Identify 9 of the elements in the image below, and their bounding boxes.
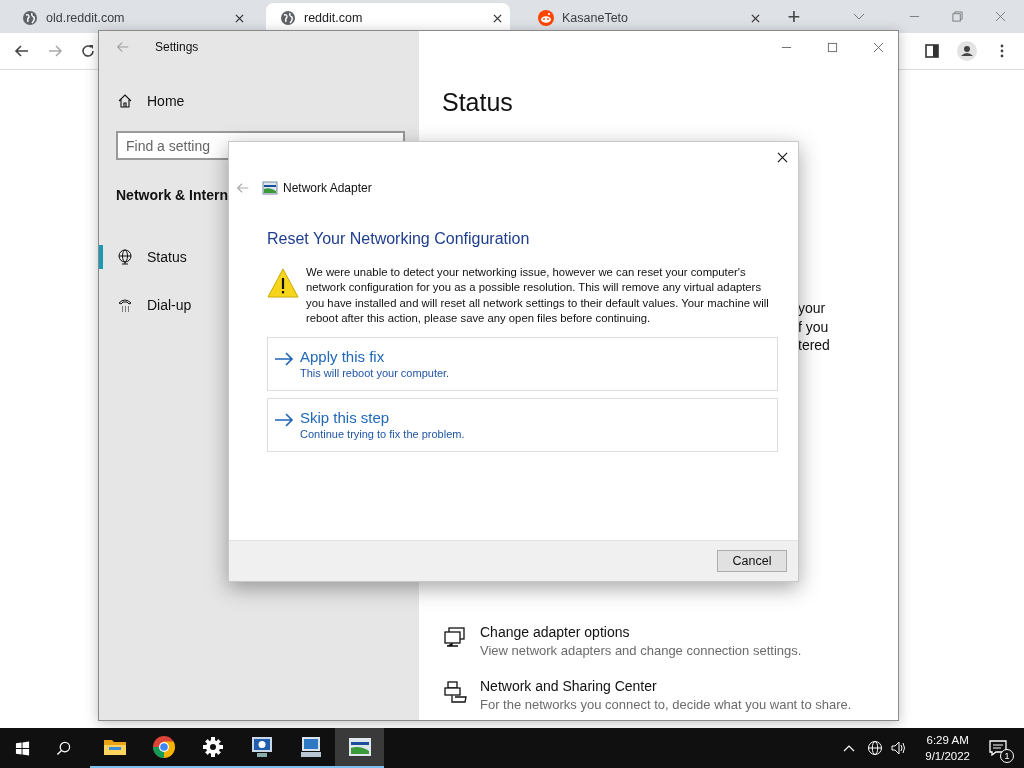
warning-message: We were unable to detect your networking issue, however we can reset your computer's network configuration for you as a possible resolution. This will remove any virtual adapters you have installed and will reset all network settings to their default values. Your machine will reboot after this action, please save any open files before continuing.: [306, 265, 770, 326]
window-title: Settings: [155, 40, 199, 54]
page-heading: Status: [442, 88, 514, 117]
paragraph-fragment: tered: [798, 336, 830, 355]
section-title: Network & Intern: [116, 187, 228, 203]
notification-badge: 1: [1000, 749, 1014, 763]
dialog-heading: Reset Your Networking Configuration: [267, 230, 531, 248]
paragraph-fragment: your: [798, 299, 826, 318]
dialog-title: Network Adapter: [283, 181, 372, 195]
